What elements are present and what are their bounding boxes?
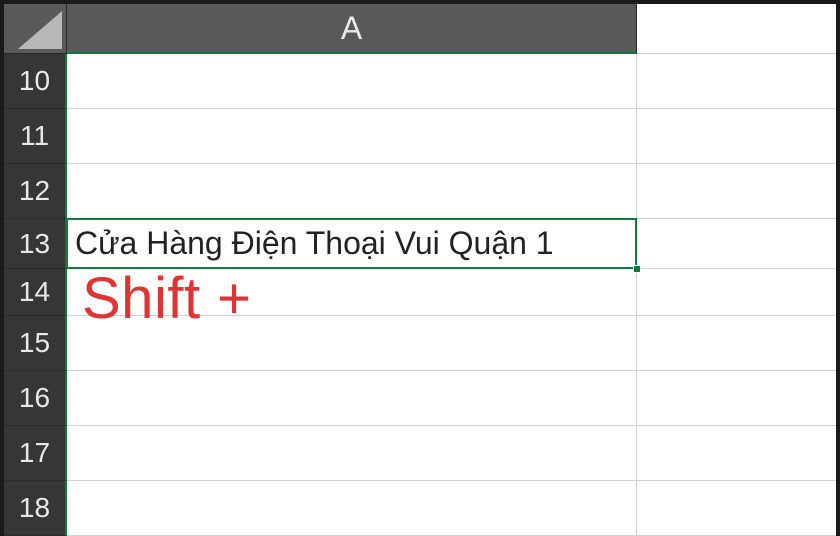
row-header-14[interactable]: 14 xyxy=(4,269,67,316)
select-all-icon xyxy=(18,11,62,49)
cell-rest xyxy=(637,109,836,164)
row: 15 xyxy=(4,316,836,371)
cell-a10[interactable] xyxy=(67,54,637,109)
cell-rest xyxy=(637,54,836,109)
row-header-11[interactable]: 11 xyxy=(4,109,67,164)
cell-a18[interactable] xyxy=(67,481,637,536)
row-header-13[interactable]: 13 xyxy=(4,219,67,269)
column-header-rest xyxy=(637,4,836,54)
cell-value: Cửa Hàng Điện Thoại Vui Quận 1 xyxy=(75,225,554,262)
cell-a13[interactable]: Cửa Hàng Điện Thoại Vui Quận 1 xyxy=(67,219,637,269)
fill-handle[interactable] xyxy=(633,265,641,273)
row: 14 xyxy=(4,269,836,316)
cell-a17[interactable] xyxy=(67,426,637,481)
select-all-corner[interactable] xyxy=(4,4,67,54)
row-header-17[interactable]: 17 xyxy=(4,426,67,481)
cell-a11[interactable] xyxy=(67,109,637,164)
cell-a12[interactable] xyxy=(67,164,637,219)
cell-rest xyxy=(637,426,836,481)
cell-rest xyxy=(637,219,836,269)
cell-rest xyxy=(637,316,836,371)
cell-a16[interactable] xyxy=(67,371,637,426)
row: 16 xyxy=(4,371,836,426)
cell-a14[interactable] xyxy=(67,269,637,316)
row: 12 xyxy=(4,164,836,219)
row: 18 xyxy=(4,481,836,536)
row: 13 Cửa Hàng Điện Thoại Vui Quận 1 xyxy=(4,219,836,269)
spreadsheet: A 10 11 12 13 Cửa Hàng Điện Thoại Vui Qu… xyxy=(4,4,836,500)
cell-rest xyxy=(637,269,836,316)
row: 11 xyxy=(4,109,836,164)
column-headers: A xyxy=(67,4,836,54)
column-header-a[interactable]: A xyxy=(67,4,637,54)
row: 10 xyxy=(4,54,836,109)
cell-a15[interactable] xyxy=(67,316,637,371)
cell-rest xyxy=(637,481,836,536)
row-header-10[interactable]: 10 xyxy=(4,54,67,109)
rows-container: 10 11 12 13 Cửa Hàng Điện Thoại Vui Quận… xyxy=(4,54,836,500)
row: 17 xyxy=(4,426,836,481)
row-header-15[interactable]: 15 xyxy=(4,316,67,371)
row-header-16[interactable]: 16 xyxy=(4,371,67,426)
row-header-12[interactable]: 12 xyxy=(4,164,67,219)
cell-rest xyxy=(637,371,836,426)
cell-rest xyxy=(637,164,836,219)
row-header-18[interactable]: 18 xyxy=(4,481,67,536)
